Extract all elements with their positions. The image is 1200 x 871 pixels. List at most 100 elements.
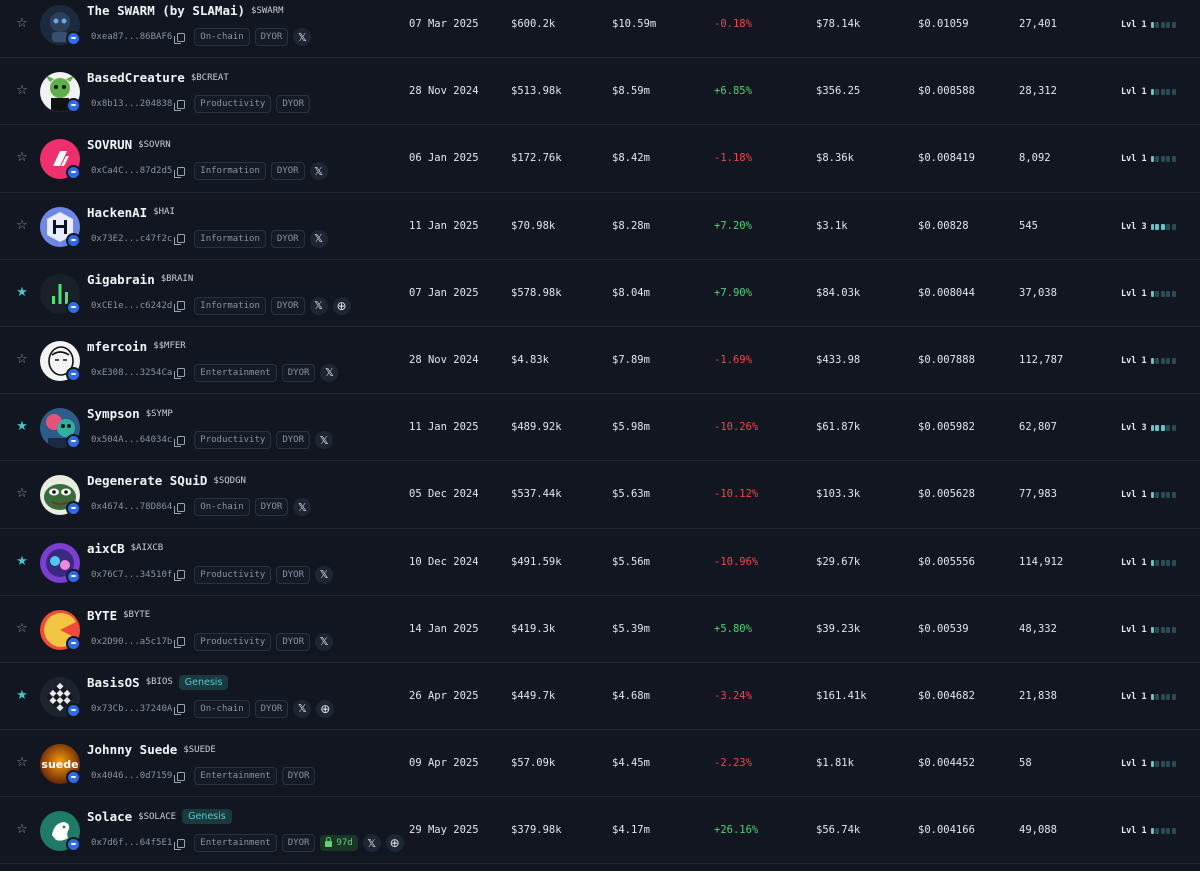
- token-name[interactable]: BYTE: [87, 608, 117, 623]
- dyor-chip[interactable]: DYOR: [276, 565, 310, 584]
- category-chip[interactable]: Productivity: [194, 565, 272, 584]
- token-name[interactable]: Solace: [87, 809, 132, 824]
- token-row[interactable]: ☆ mfercoin $$MFER 0xE308...3254Ca Entertainm…: [0, 327, 1200, 395]
- star-icon[interactable]: ☆: [15, 823, 29, 837]
- token-row[interactable]: ☆ Solace $SOLACE Genesis 0x7d6f...64f5E1 Ente…: [0, 797, 1200, 865]
- category-chip[interactable]: Information: [194, 162, 266, 181]
- star-icon[interactable]: ☆: [15, 487, 29, 501]
- token-avatar[interactable]: [40, 475, 81, 517]
- contract-address[interactable]: 0x4046...0d7159: [87, 769, 189, 783]
- token-name[interactable]: SOVRUN: [87, 137, 132, 152]
- token-row[interactable]: ☆ SOVRUN $SOVRN 0xCa4C...87d2d5 Information D…: [0, 125, 1200, 193]
- contract-address[interactable]: 0xea87...86BAF6: [87, 30, 189, 44]
- token-avatar[interactable]: [40, 5, 81, 46]
- category-chip[interactable]: Information: [194, 296, 266, 315]
- token-name[interactable]: aixCB: [87, 541, 125, 556]
- copy-icon[interactable]: [174, 301, 186, 313]
- token-row[interactable]: ☆ Degenerate SQuiD $SQDGN 0x4674...78D864 On…: [0, 461, 1200, 529]
- x-icon[interactable]: 𝕏: [293, 699, 312, 718]
- category-chip[interactable]: Entertainment: [194, 363, 277, 382]
- star-icon[interactable]: ★: [15, 688, 29, 703]
- dyor-chip[interactable]: DYOR: [281, 834, 316, 853]
- token-avatar[interactable]: [40, 340, 81, 382]
- copy-icon[interactable]: [174, 704, 186, 716]
- token-name[interactable]: The SWARM (by SLAMai): [87, 3, 245, 18]
- copy-icon[interactable]: [174, 838, 186, 850]
- star-icon[interactable]: ★: [15, 420, 29, 434]
- token-avatar[interactable]: [40, 206, 81, 248]
- copy-icon[interactable]: [174, 234, 186, 246]
- star-icon[interactable]: ☆: [15, 218, 29, 233]
- token-name[interactable]: Gigabrain: [87, 272, 155, 287]
- category-chip[interactable]: On-chain: [194, 28, 250, 46]
- dyor-chip[interactable]: DYOR: [281, 767, 316, 786]
- token-avatar[interactable]: suede: [40, 744, 81, 786]
- dyor-chip[interactable]: DYOR: [254, 28, 289, 46]
- x-icon[interactable]: 𝕏: [309, 162, 328, 181]
- token-row[interactable]: ★ Gigabrain $BRAIN 0xCE1e...c6242d Informati…: [0, 260, 1200, 327]
- contract-address[interactable]: 0x73E2...c47f2c: [87, 232, 189, 246]
- dyor-chip[interactable]: DYOR: [276, 632, 310, 651]
- token-name[interactable]: Johnny Suede: [87, 742, 177, 757]
- dyor-chip[interactable]: DYOR: [281, 363, 316, 382]
- star-icon[interactable]: ☆: [15, 151, 29, 165]
- token-name[interactable]: mfercoin: [87, 339, 147, 354]
- star-icon[interactable]: ★: [15, 554, 29, 569]
- token-row[interactable]: ☆ BYTE $BYTE 0x2D90...a5c17b Productivity DYO…: [0, 596, 1200, 663]
- star-icon[interactable]: ☆: [15, 621, 29, 636]
- x-icon[interactable]: 𝕏: [293, 28, 312, 46]
- category-chip[interactable]: Entertainment: [194, 834, 277, 853]
- copy-icon[interactable]: [174, 502, 186, 514]
- dyor-chip[interactable]: DYOR: [276, 95, 310, 114]
- category-chip[interactable]: Productivity: [194, 431, 272, 450]
- copy-icon[interactable]: [174, 32, 186, 44]
- copy-icon[interactable]: [174, 570, 186, 581]
- x-icon[interactable]: 𝕏: [320, 363, 339, 382]
- copy-icon[interactable]: [174, 771, 186, 783]
- token-name[interactable]: HackenAI: [87, 205, 147, 220]
- x-icon[interactable]: 𝕏: [315, 632, 333, 651]
- token-name[interactable]: BasedCreature: [87, 70, 185, 85]
- copy-icon[interactable]: [174, 435, 186, 447]
- contract-address[interactable]: 0x76C7...34510f: [87, 568, 189, 582]
- token-avatar[interactable]: [40, 811, 81, 853]
- star-icon[interactable]: ☆: [15, 17, 29, 31]
- category-chip[interactable]: On-chain: [194, 699, 250, 718]
- globe-icon[interactable]: ⊕: [332, 296, 351, 315]
- token-row[interactable]: ★ aixCB $AIXCB 0x76C7...34510f Productivity D…: [0, 529, 1200, 596]
- contract-address[interactable]: 0x73Cb...37240A: [87, 702, 189, 716]
- contract-address[interactable]: 0x2D90...a5c17b: [87, 635, 189, 649]
- copy-icon[interactable]: [174, 368, 186, 380]
- category-chip[interactable]: Information: [194, 229, 266, 248]
- star-icon[interactable]: ★: [15, 285, 29, 300]
- category-chip[interactable]: On-chain: [194, 498, 250, 517]
- token-avatar[interactable]: [40, 609, 81, 651]
- token-row[interactable]: ☆ suede Johnny Suede $SUEDE 0x4046...0d7159 E…: [0, 730, 1200, 798]
- x-icon[interactable]: 𝕏: [315, 431, 333, 450]
- dyor-chip[interactable]: DYOR: [254, 699, 289, 718]
- token-row[interactable]: ☆ BasedCreature $BCREAT 0x8b13...204838 Prod…: [0, 58, 1200, 126]
- token-name[interactable]: Sympson: [87, 406, 140, 421]
- contract-address[interactable]: 0x504A...64034c: [87, 433, 189, 447]
- token-row[interactable]: ★ Sympson $SYMP 0x504A...64034c Productivity…: [0, 394, 1200, 462]
- token-avatar[interactable]: [40, 273, 81, 315]
- x-icon[interactable]: 𝕏: [309, 296, 328, 315]
- token-row[interactable]: ★ BasisOS $BIOS Genesis 0x73Cb...37240A On-ch…: [0, 663, 1200, 731]
- dyor-chip[interactable]: DYOR: [270, 296, 305, 315]
- token-avatar[interactable]: [40, 72, 81, 114]
- copy-icon[interactable]: [174, 637, 186, 649]
- x-icon[interactable]: 𝕏: [362, 834, 381, 853]
- category-chip[interactable]: Productivity: [194, 632, 272, 651]
- token-avatar[interactable]: [40, 408, 81, 450]
- contract-address[interactable]: 0xCa4C...87d2d5: [87, 164, 189, 178]
- contract-address[interactable]: 0x7d6f...64f5E1: [87, 836, 189, 850]
- category-chip[interactable]: Productivity: [194, 95, 272, 114]
- token-row[interactable]: ☆ The SWARM (by SLAMai) $SWARM 0xea87...86B…: [0, 0, 1200, 59]
- x-icon[interactable]: 𝕏: [315, 565, 333, 584]
- star-icon[interactable]: ☆: [15, 352, 29, 367]
- token-avatar[interactable]: [40, 139, 81, 181]
- copy-icon[interactable]: [174, 99, 186, 111]
- globe-icon[interactable]: ⊕: [385, 834, 404, 853]
- contract-address[interactable]: 0xCE1e...c6242d: [87, 299, 189, 313]
- dyor-chip[interactable]: DYOR: [270, 229, 305, 248]
